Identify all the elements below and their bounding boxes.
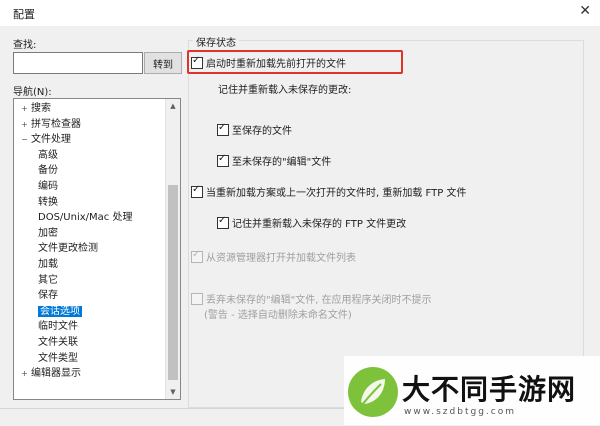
- tree-item[interactable]: 临时文件: [38, 319, 78, 335]
- tree-item[interactable]: 备份: [38, 163, 58, 179]
- goto-button[interactable]: 转到: [144, 52, 182, 74]
- checkbox[interactable]: [191, 184, 203, 198]
- tree-item-label: 文件更改检测: [38, 243, 98, 255]
- tree-item-label: 高级: [38, 149, 58, 161]
- option-label: 丢弃未保存的"编辑"文件, 在应用程序关闭时不提示: [206, 295, 432, 306]
- tree-item[interactable]: 加载: [38, 257, 58, 273]
- tree-item-label: 会话选项: [38, 305, 82, 317]
- tree-item-label: 加载: [38, 259, 58, 270]
- search-label: 查找:: [13, 40, 37, 51]
- tree-item-label: 文件处理: [31, 134, 71, 146]
- nav-tree[interactable]: + 搜索 + 拼写检查器 − 文件处理 高级 备份 编码 转换 DOS/Unix/Mac 处理 加密文…: [13, 98, 181, 400]
- tree-item[interactable]: 高级: [38, 148, 58, 164]
- checkbox[interactable]: [217, 215, 229, 229]
- tree-item[interactable]: + 搜索: [20, 101, 51, 117]
- tree-item[interactable]: 文件类型: [38, 351, 78, 367]
- collapse-icon[interactable]: −: [20, 132, 29, 148]
- checkbox[interactable]: [217, 153, 229, 167]
- scroll-thumb[interactable]: [168, 185, 178, 380]
- tree-item[interactable]: 文件更改检测: [38, 241, 98, 257]
- explorer-option: 从资源管理器打开并加载文件列表: [191, 249, 356, 264]
- tree-item-label: 文件关联: [38, 337, 78, 348]
- option-label: 从资源管理器打开并加载文件列表: [206, 253, 356, 264]
- tree-item[interactable]: 会话选项: [38, 304, 82, 320]
- watermark-url: www.szdbtgg.com: [404, 407, 516, 417]
- tree-item[interactable]: + 拼写检查器: [20, 117, 81, 133]
- ftp-remember-option[interactable]: 记住并重新载入未保存的 FTP 文件更改: [217, 215, 406, 230]
- checkbox: [191, 249, 203, 263]
- tree-item-label: 备份: [38, 165, 58, 177]
- checkbox[interactable]: [217, 122, 229, 136]
- title-bar: 配置 ✕: [0, 0, 600, 26]
- tree-item-label: 其它: [38, 274, 58, 286]
- ftp-reload-option[interactable]: 当重新加载方案或上一次打开的文件时, 重新加载 FTP 文件: [191, 184, 466, 199]
- to-saved-option[interactable]: 至保存的文件: [217, 122, 292, 137]
- tree-item[interactable]: 文件关联: [38, 335, 78, 351]
- tree-item-label: 保存: [38, 290, 58, 302]
- reopen-files-option[interactable]: 启动时重新加载先前打开的文件: [191, 55, 346, 70]
- scroll-down-icon[interactable]: ▼: [166, 385, 180, 399]
- tree-item-label: 拼写检查器: [31, 118, 81, 130]
- option-label: 当重新加载方案或上一次打开的文件时, 重新加载 FTP 文件: [206, 188, 467, 199]
- tree-item[interactable]: + 编辑器显示: [20, 366, 81, 382]
- option-label: 至保存的文件: [232, 126, 292, 137]
- tree-item-label: 临时文件: [38, 321, 78, 333]
- tree-item-label: 加密: [38, 227, 58, 239]
- expand-icon[interactable]: +: [20, 366, 29, 382]
- scroll-up-icon[interactable]: ▲: [166, 99, 180, 113]
- tree-item-label: DOS/Unix/Mac 处理: [38, 212, 133, 224]
- tree-item-label: 文件类型: [38, 352, 78, 364]
- tree-item-label: 搜索: [31, 103, 51, 114]
- option-label: 记住并重新载入未保存的 FTP 文件更改: [232, 219, 407, 230]
- remember-heading: 记住并重新载入未保存的更改:: [218, 85, 352, 96]
- checkbox[interactable]: [191, 55, 203, 69]
- option-label: 启动时重新加载先前打开的文件: [206, 59, 346, 70]
- tree-item[interactable]: − 文件处理: [20, 132, 71, 148]
- close-icon[interactable]: ✕: [579, 3, 591, 19]
- tree-item[interactable]: 编码: [38, 179, 58, 195]
- tree-item[interactable]: 加密: [38, 226, 58, 242]
- to-unsaved-option[interactable]: 至未保存的"编辑"文件: [217, 153, 331, 168]
- tree-item[interactable]: 其它: [38, 273, 58, 289]
- window-title: 配置: [13, 8, 35, 21]
- expand-icon[interactable]: +: [20, 101, 29, 117]
- tree-item-label: 编辑器显示: [31, 368, 81, 380]
- tree-item-label: 编码: [38, 181, 58, 192]
- tree-item-label: 转换: [38, 196, 58, 208]
- nav-label: 导航(N):: [13, 87, 52, 98]
- tree-scrollbar[interactable]: ▲ ▼: [165, 99, 180, 399]
- leaf-logo-icon: [348, 367, 398, 417]
- expand-icon[interactable]: +: [20, 117, 29, 133]
- watermark-title: 大不同手游网: [402, 373, 577, 406]
- tree-item[interactable]: 转换: [38, 195, 58, 211]
- config-dialog: 配置 ✕ 查找: 转到 导航(N): + 搜索 + 拼写检查器 − 文件处理 高级 备份 编码转…: [0, 0, 600, 426]
- checkbox: [191, 292, 203, 305]
- tree-item[interactable]: DOS/Unix/Mac 处理: [38, 210, 132, 226]
- discard-option: 丢弃未保存的"编辑"文件, 在应用程序关闭时不提示: [191, 291, 432, 306]
- tree-item[interactable]: 保存: [38, 288, 58, 304]
- search-input[interactable]: [13, 52, 143, 74]
- discard-note: (警告 - 选择自动删除未命名文件): [204, 310, 352, 321]
- option-label: 至未保存的"编辑"文件: [232, 157, 332, 168]
- group-title: 保存状态: [193, 34, 239, 49]
